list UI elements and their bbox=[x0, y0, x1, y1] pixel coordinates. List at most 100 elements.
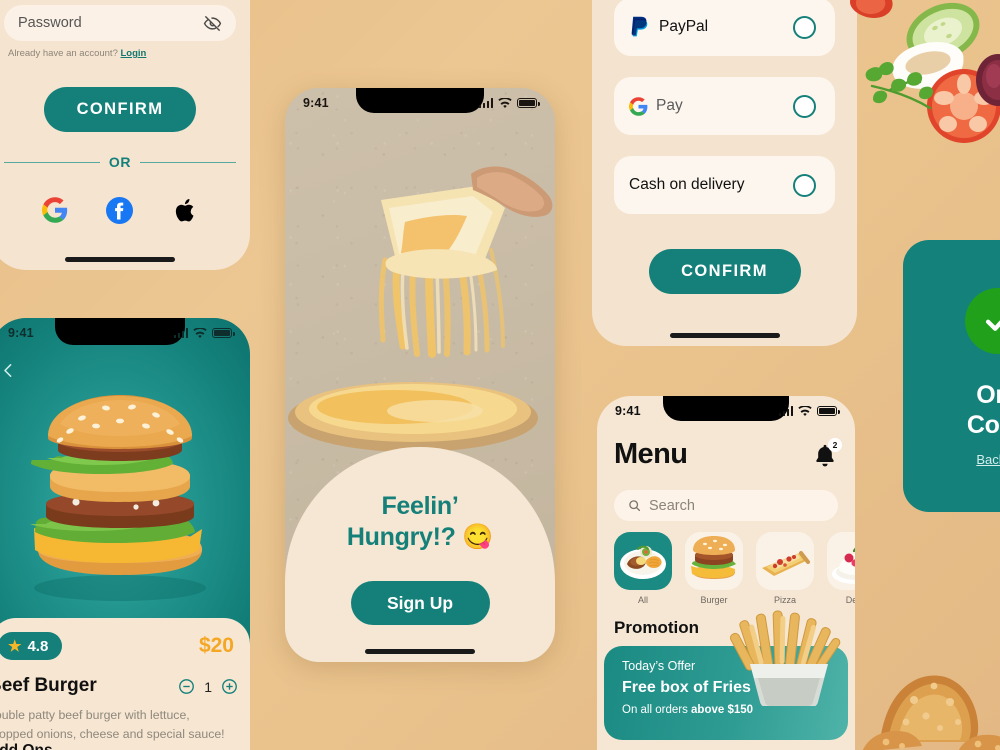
mixed-plate-image bbox=[620, 545, 666, 579]
confirmation-title: Ord Confi bbox=[903, 380, 1000, 440]
divider-line-right bbox=[140, 161, 237, 163]
menu-screen: 9:41 Menu 2 Search All Burger Pizza De P… bbox=[597, 396, 855, 750]
promotion-banner[interactable]: Today’s Offer Free box of Fries On all o… bbox=[604, 610, 848, 740]
search-placeholder: Search bbox=[649, 497, 695, 514]
home-indicator bbox=[365, 649, 475, 654]
promotion-heading: Promotion bbox=[614, 618, 699, 637]
social-login-row bbox=[4, 196, 236, 224]
payment-option-cash-on-delivery[interactable]: Cash on delivery bbox=[614, 156, 835, 214]
category-row: All Burger Pizza De bbox=[614, 532, 855, 605]
cellular-bars-icon bbox=[778, 406, 793, 416]
payment-label: Pay bbox=[656, 97, 683, 114]
status-time: 9:41 bbox=[615, 404, 641, 418]
account-prompt-text: Already have an account? bbox=[8, 48, 118, 59]
payment-option-google-pay[interactable]: Pay bbox=[614, 77, 835, 135]
category-thumbnail bbox=[756, 532, 814, 590]
status-time: 9:41 bbox=[8, 326, 34, 340]
pizza-slice-image bbox=[762, 551, 810, 576]
battery-icon bbox=[817, 406, 840, 416]
star-icon: ★ bbox=[8, 638, 22, 655]
confirmation-title-line-2: Confi bbox=[966, 411, 1000, 439]
quantity-stepper[interactable]: 1 bbox=[178, 678, 238, 695]
wifi-icon bbox=[193, 327, 207, 338]
cucumber-slice-art bbox=[906, 2, 980, 62]
radio-button[interactable] bbox=[793, 15, 816, 39]
category-thumbnail bbox=[827, 532, 855, 590]
status-time: 9:41 bbox=[303, 96, 329, 110]
category-pizza[interactable]: Pizza bbox=[756, 532, 814, 605]
status-bar: 9:41 bbox=[597, 396, 855, 426]
category-label: Pizza bbox=[773, 595, 796, 605]
category-thumbnail bbox=[614, 532, 672, 590]
check-mark-icon bbox=[985, 319, 1000, 331]
yum-emoji-icon: 😋 bbox=[462, 523, 494, 551]
battery-icon bbox=[212, 328, 235, 338]
confirmation-title-line-1: Ord bbox=[976, 381, 1000, 409]
search-icon bbox=[629, 500, 641, 512]
onion-ring-art bbox=[892, 42, 964, 89]
menu-header: Menu 2 bbox=[614, 437, 842, 471]
headline: Feelin’ Hungry!? 😋 bbox=[347, 491, 493, 553]
cellular-bars-icon bbox=[173, 328, 188, 338]
category-label: Dess bbox=[845, 595, 855, 605]
battery-icon bbox=[517, 98, 540, 108]
radio-button[interactable] bbox=[793, 94, 816, 118]
wifi-icon bbox=[498, 97, 512, 108]
divider-label: OR bbox=[108, 154, 132, 170]
account-prompt-row: Already have an account? Login bbox=[4, 48, 236, 59]
check-circle-icon bbox=[965, 288, 1000, 354]
status-bar: 9:41 bbox=[285, 88, 555, 118]
headline-line-1: Feelin’ bbox=[381, 492, 459, 520]
eye-off-icon[interactable] bbox=[203, 14, 222, 33]
category-label: All bbox=[637, 595, 648, 605]
login-signup-screen: Password Already have an account? Login … bbox=[0, 0, 250, 270]
password-field[interactable]: Password bbox=[4, 5, 236, 41]
login-link[interactable]: Login bbox=[121, 48, 147, 59]
divider-line-left bbox=[4, 161, 100, 163]
paypal-logo-icon bbox=[631, 16, 648, 37]
sign-up-button[interactable]: Sign Up bbox=[350, 581, 490, 625]
notification-badge: 2 bbox=[828, 437, 842, 452]
category-dessert[interactable]: Dess bbox=[827, 532, 855, 605]
google-logo-icon[interactable] bbox=[41, 196, 69, 224]
google-pay-logo-icon bbox=[629, 96, 648, 116]
minus-circle-icon[interactable] bbox=[178, 678, 195, 695]
category-burger[interactable]: Burger bbox=[685, 532, 743, 605]
fried-chicken-art bbox=[862, 675, 1000, 750]
product-price: $20 bbox=[198, 634, 234, 657]
back-chevron-left-icon[interactable] bbox=[0, 362, 17, 379]
product-detail-sheet: ★ 4.8 $20 Beef Burger 1 Double patty bee… bbox=[0, 618, 250, 750]
payment-label: Cash on delivery bbox=[629, 176, 745, 193]
category-all[interactable]: All bbox=[614, 532, 672, 605]
headline-line-2: Hungry!? bbox=[346, 523, 456, 551]
password-placeholder: Password bbox=[18, 15, 82, 31]
product-description: Double patty beef burger with lettuce, c… bbox=[0, 708, 225, 742]
home-indicator bbox=[65, 257, 175, 262]
payment-option-paypal[interactable]: PayPal bbox=[614, 0, 835, 56]
addons-heading: Add Ons bbox=[0, 742, 53, 750]
back-to-link[interactable]: Back to bbox=[903, 452, 1000, 467]
page-title: Menu bbox=[614, 438, 688, 470]
payment-method-screen: PayPal Pay Cash on delivery CONFIRM bbox=[592, 0, 857, 346]
payment-confirm-button[interactable]: CONFIRM bbox=[648, 249, 801, 294]
confirm-button[interactable]: CONFIRM bbox=[44, 87, 196, 132]
burger-detail-screen: 9:41 ★ 4.8 $20 eef Burger 1 Double patty… bbox=[0, 318, 250, 750]
parsley-art bbox=[865, 61, 934, 110]
notifications-button[interactable]: 2 bbox=[812, 437, 842, 468]
rating-badge: ★ 4.8 bbox=[0, 632, 63, 660]
search-input[interactable]: Search bbox=[614, 490, 838, 521]
box-of-fries-image bbox=[729, 610, 841, 706]
status-bar: 9:41 bbox=[0, 318, 250, 348]
payment-methods-list: PayPal Pay Cash on delivery bbox=[614, 0, 835, 235]
category-label: Burger bbox=[700, 595, 728, 605]
plus-circle-icon[interactable] bbox=[221, 678, 238, 695]
tomato-slice-art bbox=[927, 69, 1000, 143]
facebook-logo-icon[interactable] bbox=[106, 196, 134, 224]
red-onion-art bbox=[976, 54, 1000, 106]
category-thumbnail bbox=[685, 532, 743, 590]
apple-logo-icon[interactable] bbox=[171, 196, 199, 224]
radio-button[interactable] bbox=[793, 173, 816, 197]
headline-line-2-row: Hungry!? 😋 bbox=[347, 522, 493, 553]
order-confirmed-card: Ord Confi Back to bbox=[903, 240, 1000, 512]
or-divider: OR bbox=[4, 154, 237, 170]
